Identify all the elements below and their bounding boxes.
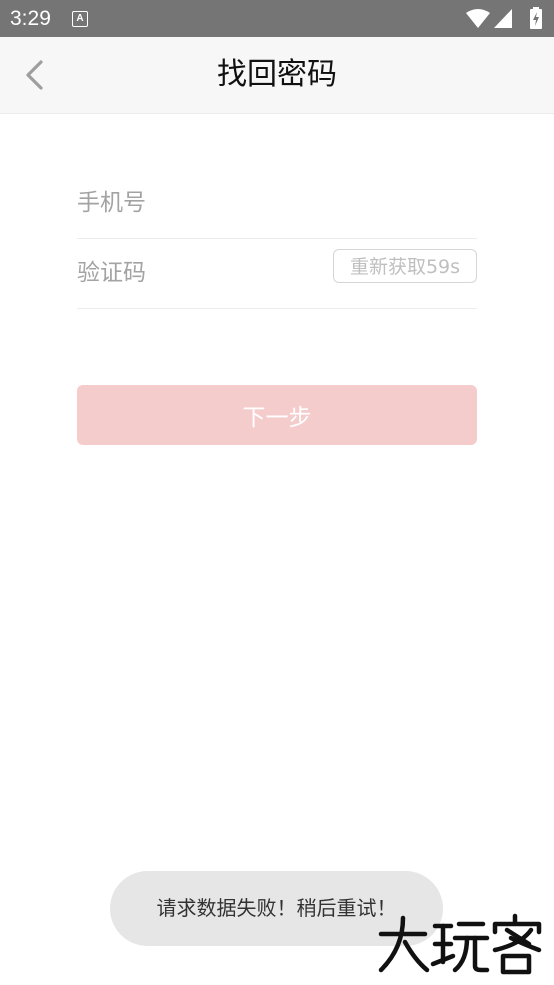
phone-input[interactable]	[77, 168, 477, 238]
resend-code-button[interactable]: 重新获取59s	[333, 249, 477, 283]
notification-icon: A	[72, 11, 88, 27]
page-title: 找回密码	[217, 57, 337, 92]
next-step-button[interactable]: 下一步	[77, 385, 477, 445]
verification-code-input[interactable]	[77, 238, 317, 308]
code-field-row: 重新获取59s	[77, 238, 477, 309]
phone-field-row	[77, 168, 477, 239]
header: 找回密码	[0, 37, 554, 114]
battery-charging-icon	[530, 7, 542, 29]
status-bar: 3:29 A	[0, 0, 554, 37]
signal-icon	[494, 9, 512, 28]
wifi-icon	[466, 9, 490, 28]
status-time: 3:29	[10, 7, 51, 30]
watermark-logo	[378, 913, 542, 975]
